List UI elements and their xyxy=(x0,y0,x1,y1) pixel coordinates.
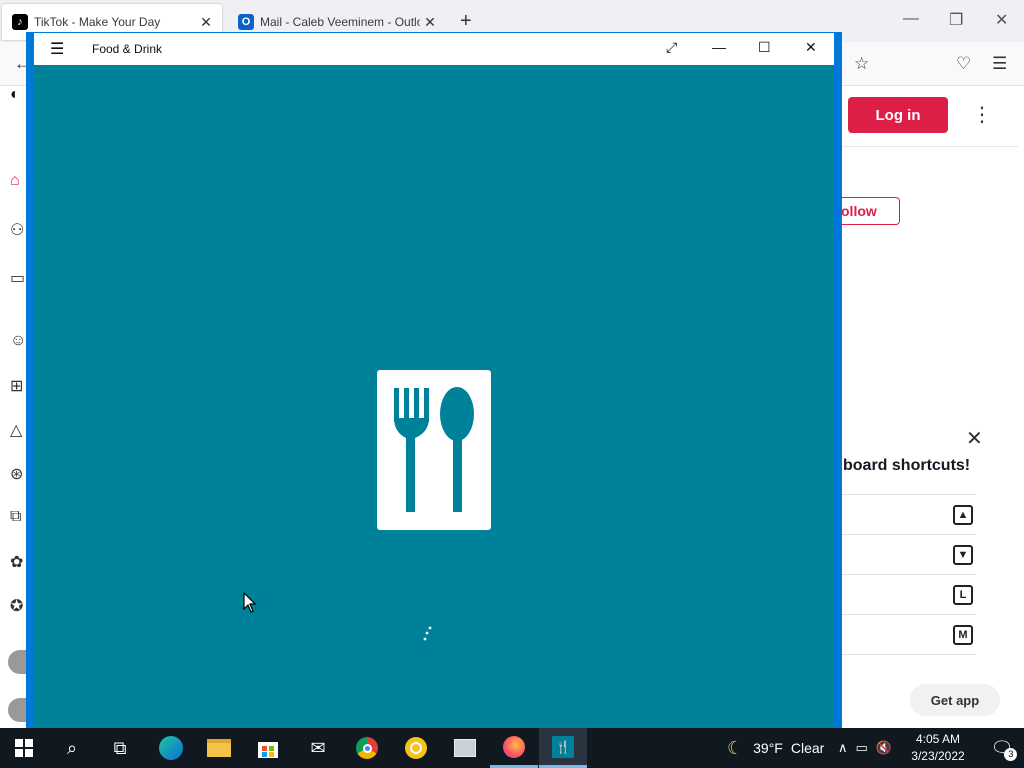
window-title: Food & Drink xyxy=(92,42,163,56)
food-drink-icon[interactable]: 🍴 xyxy=(539,728,587,768)
gaming-icon[interactable]: ⊞ xyxy=(10,376,23,396)
weather-condition: Clear xyxy=(790,740,825,756)
edge-icon[interactable] xyxy=(147,728,195,768)
dance-icon[interactable]: ⊛ xyxy=(10,464,23,484)
home-icon[interactable]: ⌂ xyxy=(10,172,20,190)
beauty-icon[interactable]: ⧉ xyxy=(10,508,21,526)
avatar[interactable] xyxy=(8,650,26,674)
close-window-icon[interactable]: ✕ xyxy=(995,10,1008,30)
loading-spinner-icon xyxy=(423,626,432,641)
key-m-icon: M xyxy=(953,625,973,645)
animals-icon[interactable]: ✿ xyxy=(10,552,23,572)
restore-icon[interactable]: ❐ xyxy=(949,10,963,30)
notification-center-icon[interactable]: 🗨 3 xyxy=(982,728,1022,768)
fork-spoon-logo-icon xyxy=(377,370,491,530)
splash-screen xyxy=(34,65,834,728)
chevron-up-icon[interactable]: ∧ xyxy=(838,740,848,756)
fullscreen-icon[interactable]: ⤢ xyxy=(666,39,677,56)
close-icon[interactable]: ✕ xyxy=(966,426,983,451)
pocket-icon[interactable]: ♡ xyxy=(956,54,971,74)
get-app-button[interactable]: Get app xyxy=(910,684,1000,716)
login-button[interactable]: Log in xyxy=(848,97,948,133)
key-l-icon: L xyxy=(953,585,973,605)
comedy-icon[interactable]: ☺ xyxy=(10,332,26,350)
task-view-icon[interactable]: ⧉ xyxy=(96,728,144,768)
outlook-icon: O xyxy=(238,14,254,30)
close-tab-icon[interactable]: ✕ xyxy=(420,14,440,31)
key-down-icon: ▼ xyxy=(953,545,973,565)
divider xyxy=(842,654,976,655)
minimize-icon[interactable]: — xyxy=(903,10,919,28)
screen: ♪ TikTok - Make Your Day ✕ O Mail - Cale… xyxy=(0,0,1024,768)
firefox-icon[interactable] xyxy=(490,728,538,768)
bookmark-star-icon[interactable]: ☆ xyxy=(854,54,869,74)
avatar[interactable] xyxy=(8,698,26,722)
food-icon[interactable]: △ xyxy=(10,420,22,440)
network-icon[interactable]: ▭ xyxy=(856,740,868,756)
tiktok-logo-icon[interactable]: ◐ xyxy=(10,86,20,104)
search-icon[interactable]: ⌕ xyxy=(48,728,96,768)
tab-title: TikTok - Make Your Day xyxy=(34,15,161,29)
minimize-icon[interactable]: — xyxy=(712,39,726,55)
weather-widget[interactable]: ☾ 39°F Clear xyxy=(727,728,824,768)
following-icon[interactable]: ⚇ xyxy=(10,220,24,240)
divider xyxy=(842,146,1018,147)
maximize-icon[interactable]: ☐ xyxy=(758,39,771,56)
key-up-icon: ▲ xyxy=(953,505,973,525)
mail-icon[interactable]: ✉ xyxy=(294,728,342,768)
volume-muted-icon[interactable]: 🔇 xyxy=(876,740,892,756)
keyboard-shortcuts-title: board shortcuts! xyxy=(843,457,971,474)
close-icon[interactable]: ✕ xyxy=(805,39,817,56)
tab-title: Mail - Caleb Veeminem - Outlo xyxy=(260,15,420,29)
food-drink-titlebar: ☰ Food & Drink ⤢ — ☐ ✕ xyxy=(34,33,834,65)
start-icon[interactable] xyxy=(0,728,48,768)
clock[interactable]: 4:05 AM 3/23/2022 xyxy=(900,731,976,765)
more-options-icon[interactable]: ⋮ xyxy=(972,102,992,127)
live-icon[interactable]: ▭ xyxy=(10,268,25,288)
close-tab-icon[interactable]: ✕ xyxy=(196,14,216,31)
new-tab-button[interactable]: + xyxy=(460,10,472,33)
photos-icon[interactable] xyxy=(441,728,489,768)
chrome-icon[interactable] xyxy=(343,728,391,768)
store-icon[interactable] xyxy=(244,728,292,768)
moon-icon: ☾ xyxy=(727,737,744,758)
notification-count: 3 xyxy=(1004,747,1018,761)
tiktok-sidebar: ◐ ⌂ ⚇ ▭ ☺ ⊞ △ ⊛ ⧉ ✿ ✪ xyxy=(0,86,26,728)
system-tray: ∧ ▭ 🔇 xyxy=(838,728,892,768)
menu-icon[interactable]: ☰ xyxy=(992,54,1007,74)
date: 3/23/2022 xyxy=(911,749,965,763)
time: 4:05 AM xyxy=(915,732,961,746)
norton-icon[interactable] xyxy=(392,728,440,768)
tiktok-icon: ♪ xyxy=(12,14,28,30)
mouse-cursor-icon xyxy=(243,592,257,613)
file-explorer-icon[interactable] xyxy=(195,728,243,768)
taskbar: ⌕ ⧉ ✉ 🍴 ☾ 39°F Clear ∧ ▭ 🔇 4:05 AM 3/23/… xyxy=(0,728,1024,768)
sports-icon[interactable]: ✪ xyxy=(10,596,23,616)
temperature: 39°F xyxy=(753,740,783,756)
hamburger-menu-icon[interactable]: ☰ xyxy=(50,39,64,59)
